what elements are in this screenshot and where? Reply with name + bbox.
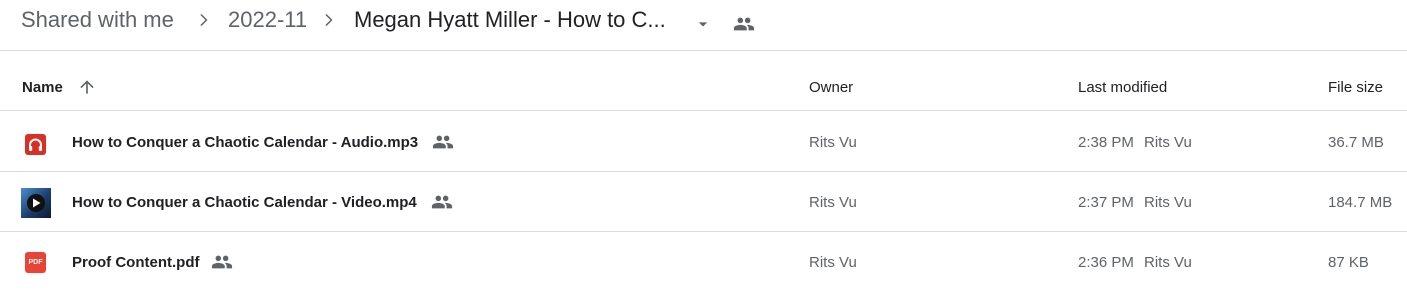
modified-by-cell: Rits Vu <box>1144 134 1192 151</box>
column-header-owner[interactable]: Owner <box>809 79 853 97</box>
shared-people-icon <box>211 255 233 269</box>
column-header-file-size[interactable]: File size <box>1328 79 1383 97</box>
file-size-cell: 184.7 MB <box>1328 194 1393 211</box>
table-row[interactable]: How to Conquer a Chaotic Calendar - Vide… <box>0 172 1407 232</box>
people-icon <box>733 17 755 31</box>
arrow-up-icon[interactable] <box>77 77 97 97</box>
table-header: Name Owner Last modified File size <box>0 52 1407 111</box>
file-name[interactable]: How to Conquer a Chaotic Calendar - Audi… <box>72 133 418 153</box>
column-header-name[interactable]: Name <box>22 79 63 97</box>
column-header-last-modified[interactable]: Last modified <box>1078 79 1167 97</box>
video-file-icon <box>21 188 51 218</box>
breadcrumb: Shared with me 2022-11 Megan Hyatt Mille… <box>0 0 1407 51</box>
shared-people-icon <box>432 135 454 149</box>
file-size-cell: 87 KB <box>1328 254 1369 271</box>
modified-time-cell: 2:37 PM <box>1078 194 1134 211</box>
chevron-right-icon <box>325 14 333 26</box>
modified-time-cell: 2:36 PM <box>1078 254 1134 271</box>
modified-by-cell: Rits Vu <box>1144 254 1192 271</box>
file-size-cell: 36.7 MB <box>1328 134 1384 151</box>
audio-file-icon <box>25 134 46 155</box>
modified-by-cell: Rits Vu <box>1144 194 1192 211</box>
dropdown-arrow-icon[interactable] <box>693 14 713 34</box>
owner-cell: Rits Vu <box>809 134 857 151</box>
pdf-badge-label: PDF <box>28 259 43 266</box>
owner-cell: Rits Vu <box>809 254 857 271</box>
chevron-right-icon <box>200 14 208 26</box>
table-row[interactable]: How to Conquer a Chaotic Calendar - Audi… <box>0 112 1407 172</box>
owner-cell: Rits Vu <box>809 194 857 211</box>
breadcrumb-2022-11[interactable]: 2022-11 <box>228 6 307 34</box>
breadcrumb-current-folder[interactable]: Megan Hyatt Miller - How to C... <box>354 6 666 34</box>
file-name[interactable]: Proof Content.pdf <box>72 253 199 273</box>
breadcrumb-shared-with-me[interactable]: Shared with me <box>21 6 174 34</box>
table-row[interactable]: PDF Proof Content.pdf Rits Vu 2:36 PM Ri… <box>0 232 1407 292</box>
pdf-file-icon: PDF <box>25 252 46 273</box>
shared-people-icon <box>431 195 453 209</box>
file-name[interactable]: How to Conquer a Chaotic Calendar - Vide… <box>72 193 417 213</box>
modified-time-cell: 2:38 PM <box>1078 134 1134 151</box>
